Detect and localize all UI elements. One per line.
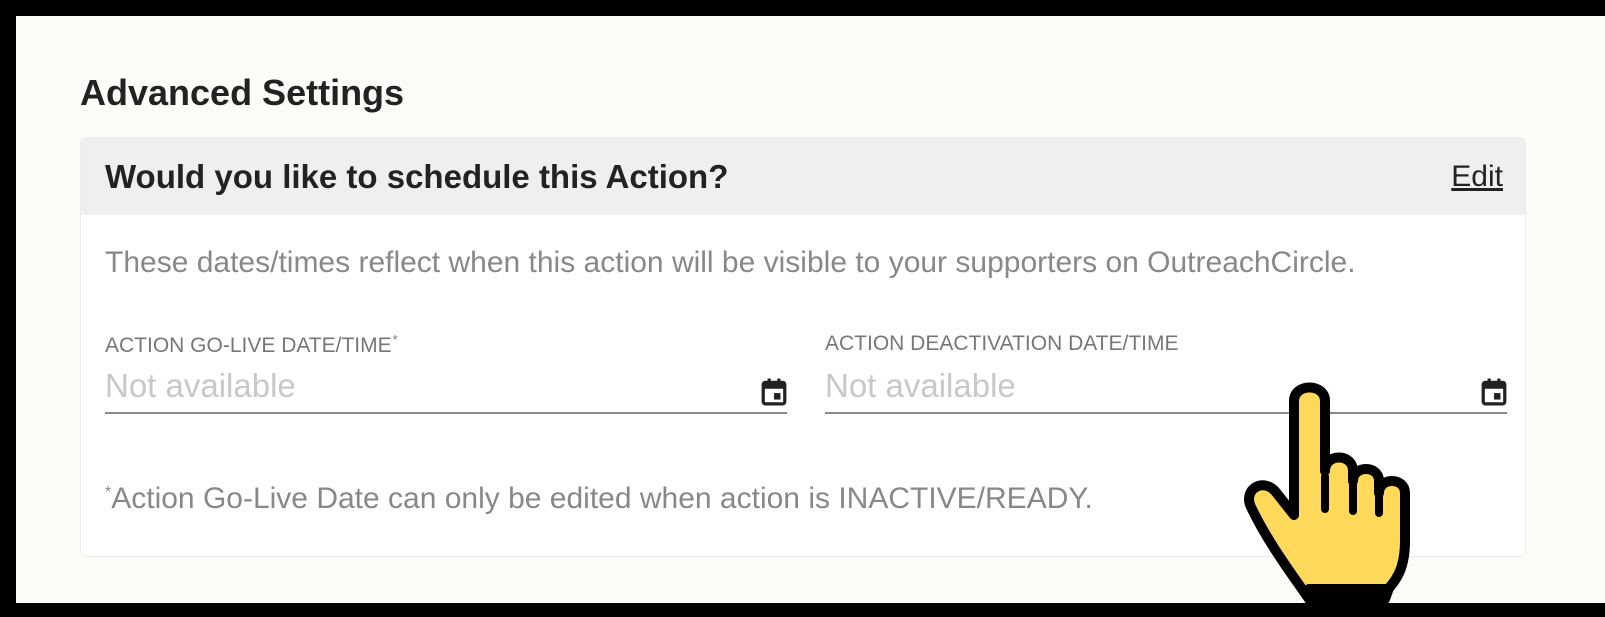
go-live-field: ACTION GO-LIVE DATE/TIME*	[105, 328, 787, 424]
footnote: *Action Go-Live Date can only be edited …	[105, 482, 1093, 516]
calendar-icon[interactable]	[1481, 378, 1507, 406]
footnote-text: Action Go-Live Date can only be edited w…	[111, 482, 1093, 515]
edit-link[interactable]: Edit	[1451, 160, 1503, 194]
go-live-label-text: ACTION GO-LIVE DATE/TIME	[105, 334, 392, 357]
go-live-label: ACTION GO-LIVE DATE/TIME*	[105, 332, 398, 358]
page-title: Advanced Settings	[80, 72, 405, 113]
hand-pointer-icon	[1244, 382, 1410, 604]
go-live-input[interactable]	[105, 366, 787, 414]
required-marker: *	[392, 332, 398, 347]
card-title: Would you like to schedule this Action?	[105, 158, 729, 195]
calendar-icon[interactable]	[761, 378, 787, 406]
schedule-description: These dates/times reflect when this acti…	[105, 246, 1356, 279]
deactivation-label: ACTION DEACTIVATION DATE/TIME	[825, 332, 1179, 355]
app-frame: Advanced Settings Would you like to sche…	[16, 16, 1605, 604]
card-header: Would you like to schedule this Action? …	[81, 138, 1525, 215]
